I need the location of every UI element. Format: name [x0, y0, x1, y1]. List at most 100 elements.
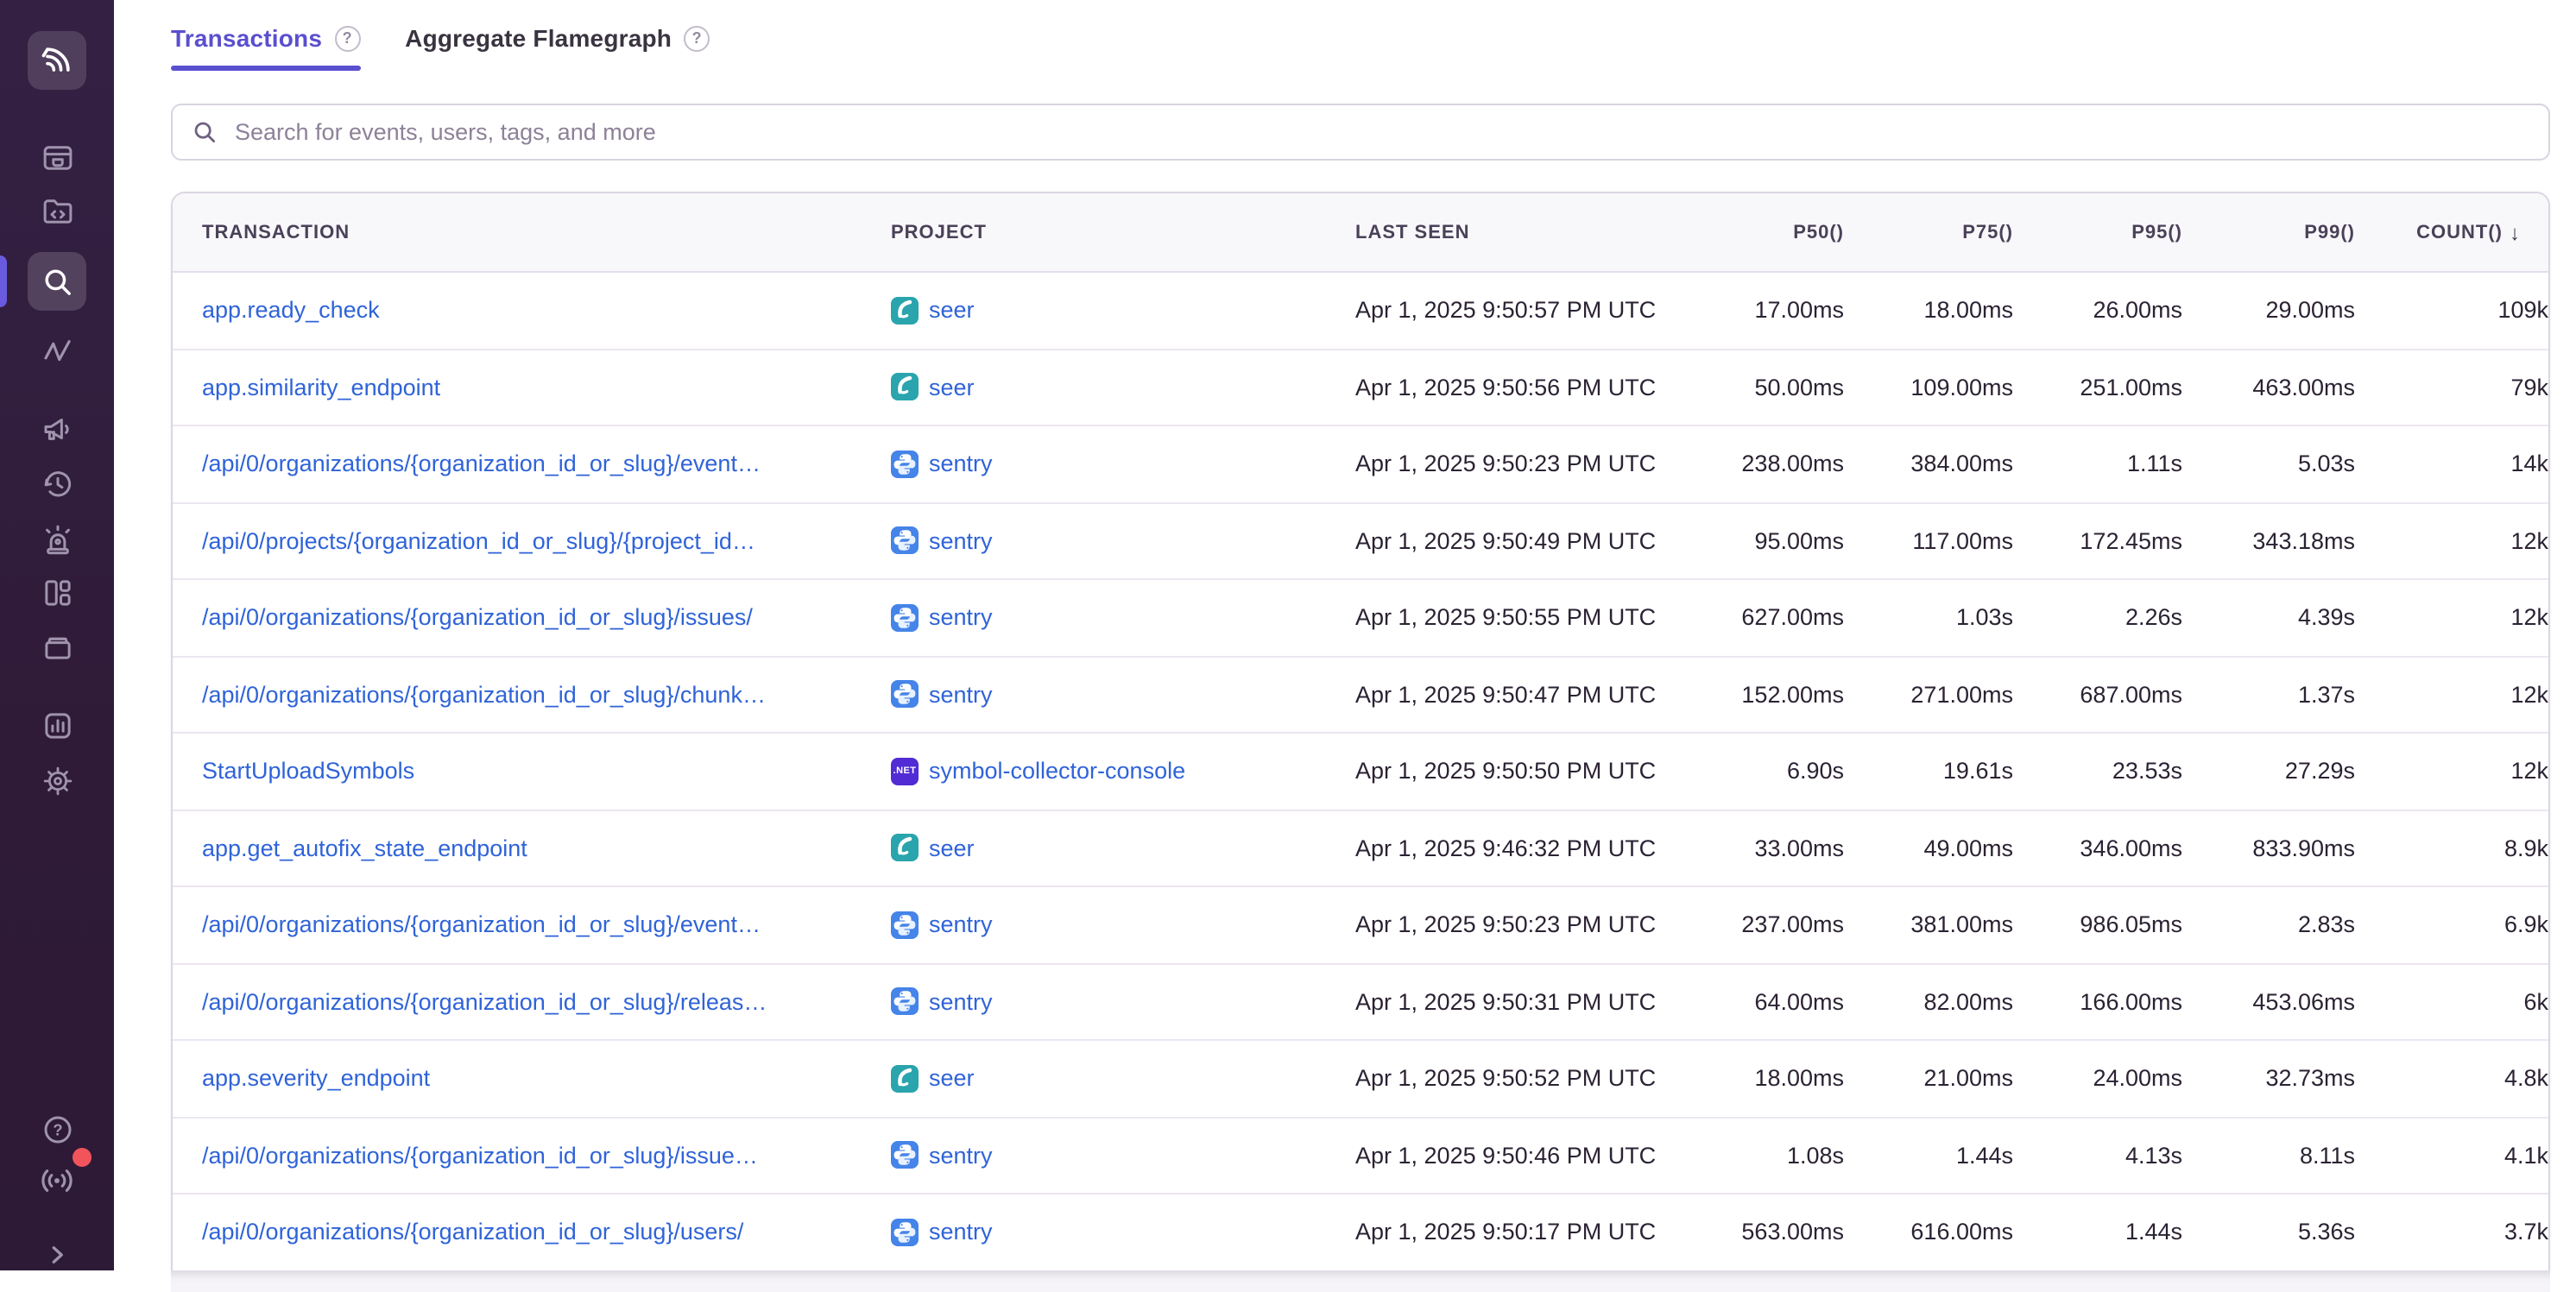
- sidebar-item-issues[interactable]: [28, 128, 86, 186]
- project-icon-python: [891, 527, 919, 555]
- last-seen-value: Apr 1, 2025 9:50:46 PM UTC: [1355, 1143, 1675, 1169]
- count-value: 8.9k: [2355, 835, 2548, 861]
- transaction-link[interactable]: StartUploadSymbols: [202, 759, 414, 785]
- project-link[interactable]: seer: [929, 375, 975, 400]
- column-header-transaction[interactable]: TRANSACTION: [173, 222, 891, 243]
- column-header-count[interactable]: COUNT() ↓: [2355, 220, 2548, 244]
- count-value: 4.1k: [2355, 1143, 2548, 1169]
- transaction-link[interactable]: /api/0/organizations/{organization_id_or…: [202, 682, 766, 708]
- transaction-link[interactable]: /api/0/organizations/{organization_id_or…: [202, 451, 761, 477]
- project-icon-python: [891, 1142, 919, 1169]
- project-icon-seer: [891, 1065, 919, 1093]
- table-row: /api/0/organizations/{organization_id_or…: [173, 655, 2548, 732]
- transaction-link[interactable]: /api/0/projects/{organization_id_or_slug…: [202, 528, 755, 554]
- count-label: COUNT(): [2416, 222, 2503, 243]
- table-row: StartUploadSymbols .NET symbol-collector…: [173, 732, 2548, 809]
- transaction-link[interactable]: /api/0/organizations/{organization_id_or…: [202, 1143, 758, 1169]
- count-value: 14k: [2355, 451, 2548, 477]
- sidebar-item-dashboards[interactable]: [28, 563, 86, 621]
- trace-zigzag-icon: [39, 332, 75, 369]
- search-bar[interactable]: [171, 104, 2550, 161]
- transaction-link[interactable]: app.ready_check: [202, 298, 380, 324]
- p99-value: 32.73ms: [2182, 1066, 2355, 1092]
- svg-text:?: ?: [52, 1120, 61, 1138]
- broadcast-icon: [38, 1162, 76, 1200]
- last-seen-value: Apr 1, 2025 9:46:32 PM UTC: [1355, 835, 1675, 861]
- p99-value: 29.00ms: [2182, 298, 2355, 324]
- p99-value: 833.90ms: [2182, 835, 2355, 861]
- transaction-link[interactable]: app.severity_endpoint: [202, 1066, 430, 1092]
- sidebar-item-search[interactable]: [28, 252, 86, 311]
- search-icon: [192, 119, 218, 145]
- project-link[interactable]: sentry: [929, 528, 993, 554]
- sidebar-item-alerts[interactable]: [28, 509, 86, 568]
- sidebar-item-stats[interactable]: [28, 696, 86, 754]
- p95-value: 346.00ms: [2013, 835, 2182, 861]
- column-header-p95[interactable]: P95(): [2013, 222, 2182, 243]
- project-link[interactable]: sentry: [929, 989, 993, 1015]
- sidebar-item-explore[interactable]: [28, 181, 86, 240]
- project-link[interactable]: sentry: [929, 605, 993, 631]
- project-link[interactable]: seer: [929, 1066, 975, 1092]
- sort-desc-icon: ↓: [2510, 220, 2521, 244]
- transaction-link[interactable]: app.get_autofix_state_endpoint: [202, 835, 527, 861]
- project-link[interactable]: sentry: [929, 1220, 993, 1245]
- sidebar-item-feedback[interactable]: [28, 399, 86, 457]
- table-body: app.ready_check seer Apr 1, 2025 9:50:57…: [173, 273, 2548, 1270]
- sidebar-expand-button[interactable]: [28, 1226, 86, 1284]
- count-value: 12k: [2355, 759, 2548, 785]
- project-link[interactable]: seer: [929, 298, 975, 324]
- tab-transactions-label: Transactions: [171, 24, 322, 52]
- last-seen-value: Apr 1, 2025 9:50:31 PM UTC: [1355, 989, 1675, 1015]
- last-seen-value: Apr 1, 2025 9:50:57 PM UTC: [1355, 298, 1675, 324]
- table-row: /api/0/projects/{organization_id_or_slug…: [173, 501, 2548, 578]
- chevron-right-icon: [41, 1239, 73, 1270]
- project-link[interactable]: sentry: [929, 1143, 993, 1169]
- project-link[interactable]: seer: [929, 835, 975, 861]
- help-circle-icon[interactable]: ?: [684, 25, 710, 51]
- count-value: 3.7k: [2355, 1220, 2548, 1245]
- column-header-p99[interactable]: P99(): [2182, 222, 2355, 243]
- sidebar-item-history[interactable]: [28, 454, 86, 513]
- transaction-link[interactable]: app.similarity_endpoint: [202, 375, 440, 400]
- last-seen-value: Apr 1, 2025 9:50:17 PM UTC: [1355, 1220, 1675, 1245]
- transaction-link[interactable]: /api/0/organizations/{organization_id_or…: [202, 989, 767, 1015]
- p99-value: 27.29s: [2182, 759, 2355, 785]
- column-header-p75[interactable]: P75(): [1844, 222, 2013, 243]
- transaction-link[interactable]: /api/0/organizations/{organization_id_or…: [202, 912, 761, 938]
- table-row: /api/0/organizations/{organization_id_or…: [173, 962, 2548, 1039]
- table-row: /api/0/organizations/{organization_id_or…: [173, 425, 2548, 501]
- transaction-link[interactable]: /api/0/organizations/{organization_id_or…: [202, 1220, 743, 1245]
- search-icon: [39, 263, 75, 299]
- project-icon-seer: [891, 835, 919, 862]
- p95-value: 26.00ms: [2013, 298, 2182, 324]
- project-link[interactable]: sentry: [929, 682, 993, 708]
- column-header-last-seen[interactable]: LAST SEEN: [1355, 222, 1675, 243]
- project-link[interactable]: symbol-collector-console: [929, 759, 1185, 785]
- project-link[interactable]: sentry: [929, 912, 993, 938]
- tab-aggregate-flamegraph[interactable]: Aggregate Flamegraph ?: [405, 24, 710, 71]
- column-header-project[interactable]: PROJECT: [891, 222, 1355, 243]
- sidebar-item-settings[interactable]: [28, 751, 86, 810]
- p75-value: 49.00ms: [1844, 835, 2013, 861]
- tab-transactions[interactable]: Transactions ?: [171, 24, 360, 71]
- sidebar-item-home[interactable]: [28, 31, 86, 90]
- column-header-p50[interactable]: P50(): [1675, 222, 1844, 243]
- help-icon: ?: [39, 1111, 75, 1147]
- table-row: app.severity_endpoint seer Apr 1, 2025 9…: [173, 1039, 2548, 1116]
- p75-value: 82.00ms: [1844, 989, 2013, 1015]
- p75-value: 1.03s: [1844, 605, 2013, 631]
- help-circle-icon[interactable]: ?: [334, 25, 360, 51]
- sidebar-item-projects[interactable]: [28, 616, 86, 675]
- transaction-link[interactable]: /api/0/organizations/{organization_id_or…: [202, 605, 753, 631]
- search-input[interactable]: [231, 117, 2529, 147]
- p95-value: 172.45ms: [2013, 528, 2182, 554]
- table-row: /api/0/organizations/{organization_id_or…: [173, 885, 2548, 962]
- project-link[interactable]: sentry: [929, 451, 993, 477]
- p50-value: 64.00ms: [1675, 989, 1844, 1015]
- sidebar-item-traces[interactable]: [28, 321, 86, 380]
- p75-value: 19.61s: [1844, 759, 2013, 785]
- sidebar-item-whats-new[interactable]: [28, 1151, 86, 1210]
- p95-value: 166.00ms: [2013, 989, 2182, 1015]
- table-row: app.get_autofix_state_endpoint seer Apr …: [173, 809, 2548, 885]
